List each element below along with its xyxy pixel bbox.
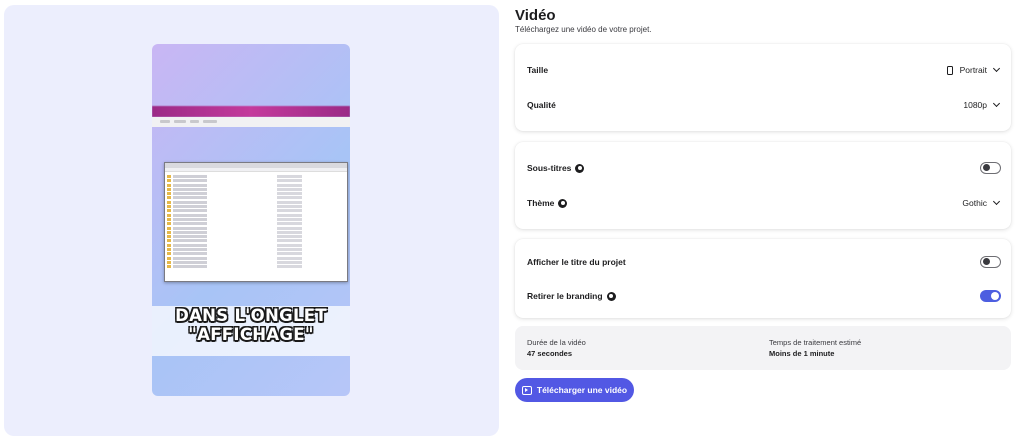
size-dropdown[interactable]: Portrait [946,64,1001,75]
page-title: Vidéo [515,7,556,24]
size-label: Taille [527,65,549,75]
show-title-toggle[interactable] [980,256,1001,268]
chevron-down-icon [992,99,1001,108]
subtitles-row: Sous-titres [527,160,1001,176]
download-video-label: Télécharger une vidéo [536,385,628,395]
duration-value: 47 secondes [527,349,573,358]
export-info-box: Durée de la vidéo 47 secondes Temps de t… [515,326,1011,370]
branding-card: Afficher le titre du projet Retirer le b… [515,239,1011,318]
video-export-page: DANS L'ONGLET "AFFICHAGE" Vidéo Téléchar… [0,0,1024,436]
subtitles-label: Sous-titres [527,163,572,173]
play-icon [521,385,532,395]
size-row: Taille Portrait [527,62,1001,78]
theme-label: Thème [527,198,555,208]
processing-value: Moins de 1 minute [769,349,835,358]
format-card: Taille Portrait Qualité 1080p [515,44,1011,131]
preview-caption-line-2: "AFFICHAGE" [188,325,314,344]
preview-toolbar [152,117,350,127]
show-title-label: Afficher le titre du projet [527,257,626,267]
quality-value: 1080p [963,100,987,110]
preview-file-explorer-window [164,162,348,282]
show-title-row: Afficher le titre du projet [527,254,1001,270]
download-video-button[interactable]: Télécharger une vidéo [515,378,634,402]
premium-icon [575,163,585,173]
subtitles-toggle[interactable] [980,162,1001,174]
remove-branding-label: Retirer le branding [527,291,603,301]
premium-icon [558,198,568,208]
preview-browser-bar [152,106,350,117]
chevron-down-icon [992,64,1001,73]
theme-value: Gothic [962,198,987,208]
preview-caption-line-1: DANS L'ONGLET [175,306,327,325]
duration-info: Durée de la vidéo 47 secondes [527,338,586,358]
preview-caption: DANS L'ONGLET "AFFICHAGE" [152,306,350,344]
remove-branding-toggle[interactable] [980,290,1001,302]
subtitles-card: Sous-titres Thème Gothic [515,142,1011,229]
premium-icon [606,291,616,301]
quality-label: Qualité [527,100,556,110]
quality-dropdown[interactable]: 1080p [963,99,1001,110]
chevron-down-icon [992,197,1001,206]
theme-dropdown[interactable]: Gothic [962,197,1001,208]
processing-label: Temps de traitement estimé [769,338,862,347]
duration-label: Durée de la vidéo [527,338,586,347]
quality-row: Qualité 1080p [527,97,1001,113]
size-value: Portrait [959,65,987,75]
remove-branding-row: Retirer le branding [527,288,1001,304]
video-preview[interactable]: DANS L'ONGLET "AFFICHAGE" [152,44,350,396]
processing-info: Temps de traitement estimé Moins de 1 mi… [769,338,861,358]
page-subtitle: Téléchargez une vidéo de votre projet. [515,25,652,34]
theme-row: Thème Gothic [527,195,1001,211]
phone-portrait-icon [946,65,953,75]
